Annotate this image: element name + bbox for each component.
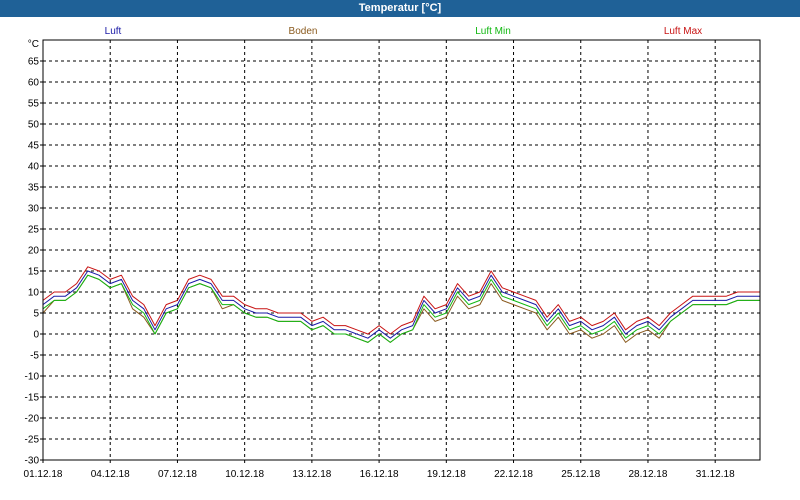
plot-area [43,40,760,460]
y-tick-label: 0 [33,330,39,341]
legend-item-boden: Boden [289,26,318,37]
y-tick-label: 45 [28,141,40,152]
x-tick-label: 13.12.18 [292,469,331,480]
y-tick-label: -20 [25,414,40,425]
y-tick-label: 20 [28,246,40,257]
x-tick-label: 01.12.18 [24,469,63,480]
y-tick-label: 10 [28,288,40,299]
y-tick-label: 15 [28,267,40,278]
y-tick-label: 35 [28,183,40,194]
x-tick-label: 10.12.18 [225,469,264,480]
x-tick-label: 07.12.18 [158,469,197,480]
y-tick-label: 40 [28,162,40,173]
y-tick-label: 30 [28,204,40,215]
x-tick-label: 19.12.18 [427,469,466,480]
y-tick-label: -25 [25,435,40,446]
x-tick-label: 04.12.18 [91,469,130,480]
y-tick-label: -30 [25,456,40,467]
y-tick-label: 55 [28,99,40,110]
legend-item-luft-max: Luft Max [664,26,702,37]
y-tick-label: 65 [28,57,40,68]
y-tick-label: 60 [28,78,40,89]
chart-title: Temperatur [°C] [0,0,800,17]
x-tick-label: 22.12.18 [494,469,533,480]
chart-window: -30 -25 -20 -15 -10 -5 0 5 10 15 20 25 30 35 40 45 50 55 6… [0,0,800,500]
x-tick-label: 25.12.18 [561,469,600,480]
temperature-chart: -30 -25 -20 -15 -10 -5 0 5 10 15 20 25 30 35 40 45 50 55 6… [24,26,761,480]
y-tick-label: 25 [28,225,40,236]
grid [42,40,760,461]
legend-item-luft: Luft [105,26,122,37]
x-tick-label: 16.12.18 [360,469,399,480]
legend: Luft Boden Luft Min Luft Max [105,26,703,37]
y-tick-label: -10 [25,372,40,383]
y-tick-label: 5 [33,309,39,320]
legend-item-luft-min: Luft Min [475,26,511,37]
y-tick-label: -15 [25,393,40,404]
y-tick-label: -5 [30,351,39,362]
x-tick-label: 31.12.18 [696,469,735,480]
y-axis-label: °C [28,39,39,50]
y-tick-label: 50 [28,120,40,131]
x-tick-label: 28.12.18 [629,469,668,480]
